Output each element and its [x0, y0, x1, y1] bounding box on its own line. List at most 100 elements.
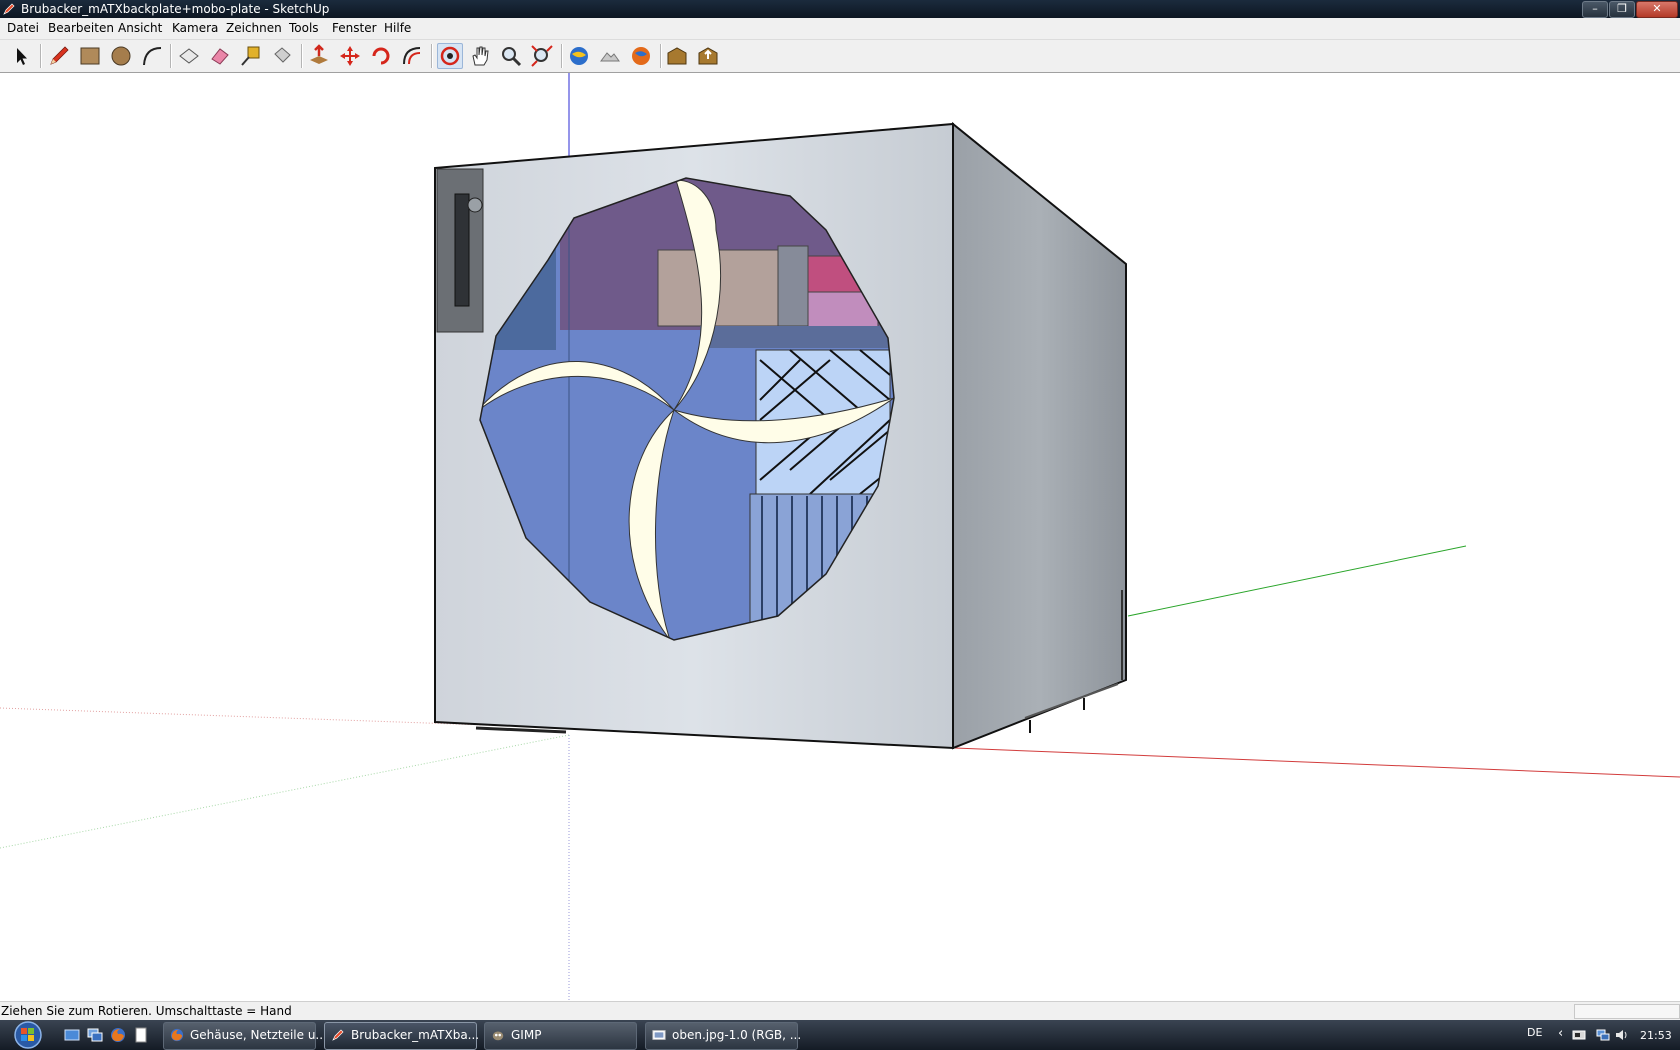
tape-measure-icon	[241, 46, 260, 66]
notepad-quicklaunch[interactable]	[133, 1027, 149, 1043]
switch-windows-button[interactable]	[87, 1027, 103, 1043]
rectangle-tool-button[interactable]	[78, 44, 102, 68]
pan-tool-button[interactable]	[468, 44, 492, 68]
toggle-terrain-button[interactable]	[629, 44, 653, 68]
status-bar: Ziehen Sie zum Rotieren. Umschalttaste =…	[0, 1001, 1680, 1020]
minimize-icon: –	[1592, 2, 1598, 15]
task-label: Brubacker_mATXba...	[351, 1028, 480, 1042]
language-indicator[interactable]: DE	[1527, 1026, 1542, 1039]
task-sketchup[interactable]: Brubacker_mATXba...	[324, 1022, 480, 1050]
zoom-extents-tool-button[interactable]	[530, 44, 554, 68]
close-icon: ✕	[1652, 2, 1662, 15]
zoom-tool-button[interactable]	[499, 44, 523, 68]
menu-ansicht[interactable]: Ansicht	[118, 21, 162, 35]
rotate-icon	[372, 47, 390, 65]
task-firefox[interactable]: Gehäuse, Netzteile u...	[163, 1022, 327, 1050]
toolbar-separator	[40, 44, 42, 68]
component-icon	[179, 48, 199, 64]
status-text: Ziehen Sie zum Rotieren. Umschalttaste =…	[1, 1004, 292, 1018]
safely-remove-icon[interactable]	[1572, 1028, 1586, 1042]
show-hidden-icons-icon[interactable]: ‹	[1558, 1026, 1572, 1041]
gimp-image-icon	[652, 1030, 666, 1040]
task-label: oben.jpg-1.0 (RGB, ...	[672, 1028, 802, 1042]
warehouse-icon	[667, 47, 687, 65]
toolbar-separator	[170, 44, 172, 68]
menu-bar: Datei Bearbeiten Ansicht Kamera Zeichnen…	[0, 18, 1680, 40]
close-button[interactable]: ✕	[1636, 1, 1678, 18]
earth-icon	[570, 47, 588, 65]
rectangle-icon	[80, 47, 100, 65]
windows-start-icon	[14, 1021, 42, 1049]
volume-icon[interactable]	[1614, 1028, 1628, 1042]
menu-tools[interactable]: Tools	[289, 21, 319, 35]
interior-component-side	[777, 245, 809, 327]
case-side-face[interactable]	[952, 121, 1127, 750]
firefox-icon	[111, 1028, 125, 1042]
show-desktop-icon	[64, 1029, 80, 1041]
line-tool-button[interactable]	[47, 44, 71, 68]
green-axis	[1127, 545, 1467, 617]
start-button[interactable]	[2, 1020, 46, 1050]
main-toolbar	[0, 40, 1680, 73]
tape-measure-tool-button[interactable]	[239, 44, 263, 68]
menu-fenster[interactable]: Fenster	[332, 21, 377, 35]
title-bar: Brubacker_mATXbackplate+mobo-plate - Ske…	[0, 0, 1680, 18]
taskbar: Gehäuse, Netzteile u... Brubacker_mATXba…	[0, 1020, 1680, 1050]
select-tool-button[interactable]	[9, 44, 33, 68]
paint-bucket-icon	[274, 47, 291, 63]
offset-icon	[403, 47, 421, 65]
menu-kamera[interactable]: Kamera	[172, 21, 218, 35]
drive-bay-button[interactable]	[467, 197, 483, 213]
sketchup-pencil-icon	[3, 3, 15, 15]
arc-icon	[143, 47, 162, 66]
rotate-tool-button[interactable]	[369, 44, 393, 68]
notepad-icon	[135, 1027, 147, 1043]
drive-bay-slot	[454, 193, 470, 307]
get-models-button[interactable]	[665, 44, 689, 68]
get-current-view-button[interactable]	[598, 44, 622, 68]
menu-hilfe[interactable]: Hilfe	[384, 21, 411, 35]
toolbar-separator	[660, 44, 662, 68]
window-title: Brubacker_mATXbackplate+mobo-plate - Ske…	[21, 2, 330, 16]
menu-zeichnen[interactable]: Zeichnen	[226, 21, 282, 35]
firefox-quicklaunch[interactable]	[110, 1027, 126, 1043]
model-scene[interactable]	[0, 73, 1680, 1001]
arrow-cursor-icon	[17, 48, 27, 65]
offset-tool-button[interactable]	[400, 44, 424, 68]
share-model-button[interactable]	[696, 44, 720, 68]
toolbar-separator	[431, 44, 433, 68]
move-tool-button[interactable]	[338, 44, 362, 68]
google-earth-view-button[interactable]	[567, 44, 591, 68]
toolbar-separator	[561, 44, 563, 68]
circle-tool-button[interactable]	[109, 44, 133, 68]
model-viewport[interactable]	[0, 73, 1680, 1001]
menu-bearbeiten[interactable]: Bearbeiten	[48, 21, 114, 35]
arc-tool-button[interactable]	[140, 44, 164, 68]
interior-shelf	[700, 326, 890, 348]
task-gimp[interactable]: GIMP	[484, 1022, 637, 1050]
warehouse-share-icon	[698, 47, 718, 65]
orbit-icon	[440, 46, 460, 66]
maximize-button[interactable]: ❐	[1609, 1, 1635, 18]
task-label: GIMP	[511, 1028, 542, 1042]
paint-bucket-tool-button[interactable]	[270, 44, 294, 68]
earth-orange-icon	[632, 47, 650, 65]
pencil-icon	[50, 46, 69, 65]
toolbar-separator	[301, 44, 303, 68]
terrain-icon	[600, 52, 620, 62]
make-component-button[interactable]	[177, 44, 201, 68]
orbit-tool-button[interactable]	[437, 43, 463, 69]
menu-datei[interactable]: Datei	[7, 21, 39, 35]
gimp-icon	[492, 1031, 504, 1041]
minimize-button[interactable]: –	[1582, 1, 1608, 18]
clock[interactable]: 21:53	[1640, 1029, 1672, 1042]
network-icon[interactable]	[1596, 1028, 1610, 1042]
task-gimp-image[interactable]: oben.jpg-1.0 (RGB, ...	[645, 1022, 802, 1050]
hand-icon	[472, 46, 489, 66]
firefox-icon	[170, 1028, 184, 1042]
move-icon	[340, 46, 360, 66]
push-pull-tool-button[interactable]	[307, 44, 331, 68]
measurements-box[interactable]	[1574, 1004, 1680, 1019]
eraser-tool-button[interactable]	[208, 44, 232, 68]
show-desktop-button[interactable]	[64, 1027, 80, 1043]
